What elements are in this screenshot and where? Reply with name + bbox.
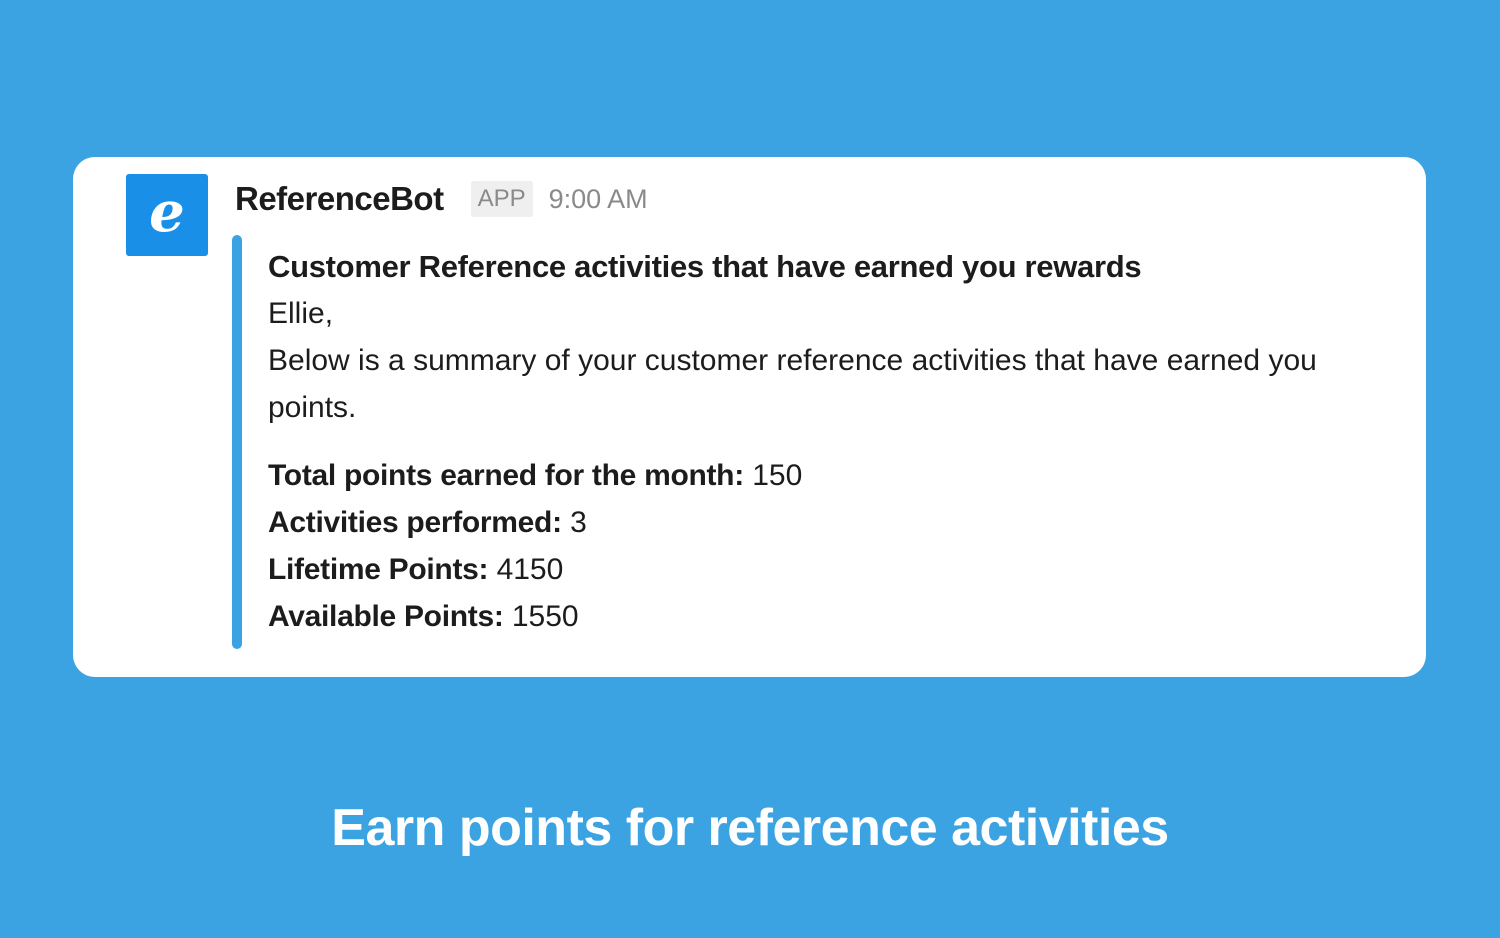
message-header: ReferenceBot APP 9:00 AM (235, 177, 648, 221)
stat-label: Activities performed: (268, 506, 562, 539)
stats-list: Total points earned for the month: 150 A… (268, 452, 1378, 640)
stat-monthly-points: Total points earned for the month: 150 (268, 452, 1378, 499)
caption-text: Earn points for reference activities (331, 799, 1169, 857)
avatar-letter: e (149, 179, 185, 245)
stat-value: 150 (752, 459, 803, 492)
summary-text: Below is a summary of your customer refe… (268, 344, 1317, 424)
message-title: Customer Reference activities that have … (268, 249, 1142, 284)
stat-label: Total points earned for the month: (268, 459, 744, 492)
stat-value: 3 (570, 506, 587, 539)
bot-name[interactable]: ReferenceBot (235, 180, 444, 218)
stat-label: Available Points: (268, 600, 504, 633)
bot-avatar[interactable]: e (126, 174, 208, 256)
stat-activities: Activities performed: 3 (268, 499, 1378, 546)
attachment-accent-bar (232, 235, 242, 649)
greeting: Ellie, (268, 297, 334, 330)
message-body: Customer Reference activities that have … (268, 243, 1378, 640)
app-badge: APP (470, 181, 533, 217)
message-card: e ReferenceBot APP 9:00 AM Customer Refe… (73, 157, 1426, 677)
page: { "message": { "bot_name": "ReferenceBot… (0, 0, 1500, 938)
stat-value: 4150 (496, 553, 564, 586)
stat-label: Lifetime Points: (268, 553, 489, 586)
timestamp[interactable]: 9:00 AM (549, 184, 648, 215)
stat-value: 1550 (511, 600, 579, 633)
stat-available-points: Available Points: 1550 (268, 593, 1378, 640)
stat-lifetime-points: Lifetime Points: 4150 (268, 546, 1378, 593)
